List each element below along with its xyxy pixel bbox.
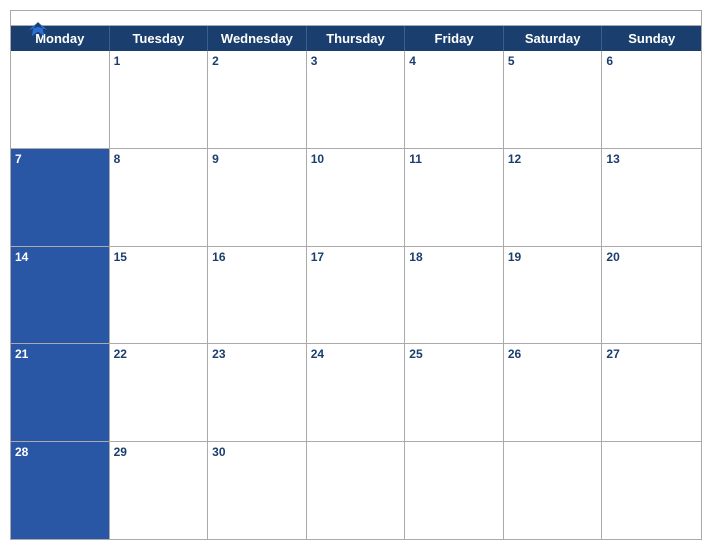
calendar: MondayTuesdayWednesdayThursdayFridaySatu… [10,10,702,540]
week-row-5: 28 29 30 [11,442,701,539]
day-number: 6 [606,54,613,68]
day-number: 12 [508,152,521,166]
calendar-grid: MondayTuesdayWednesdayThursdayFridaySatu… [11,25,701,539]
day-cell-20: 20 [602,247,701,344]
day-number: 24 [311,347,324,361]
week-row-4: 21 22 23 24 25 26 27 [11,344,701,442]
day-cell-14: 14 [11,247,110,344]
day-number: 17 [311,250,324,264]
day-cell-24: 24 [307,344,406,441]
day-number: 27 [606,347,619,361]
day-cell-13: 13 [602,149,701,246]
day-cell-18: 18 [405,247,504,344]
day-number: 13 [606,152,619,166]
day-cell-4: 4 [405,51,504,148]
day-number: 21 [15,347,28,361]
day-number: 3 [311,54,318,68]
day-number: 19 [508,250,521,264]
day-number: 1 [114,54,121,68]
day-number: 25 [409,347,422,361]
day-cell-empty [504,442,603,539]
day-cell-8: 8 [110,149,209,246]
day-cell-15: 15 [110,247,209,344]
day-cell-23: 23 [208,344,307,441]
day-number: 23 [212,347,225,361]
day-number: 18 [409,250,422,264]
day-number: 9 [212,152,219,166]
day-cell-6: 6 [602,51,701,148]
day-number: 8 [114,152,121,166]
day-cell-16: 16 [208,247,307,344]
day-number: 14 [15,250,28,264]
day-number: 10 [311,152,324,166]
day-cell-3: 3 [307,51,406,148]
day-cell-29: 29 [110,442,209,539]
day-cell-27: 27 [602,344,701,441]
day-header-wednesday: Wednesday [208,26,307,51]
day-number: 29 [114,445,127,459]
day-cell-11: 11 [405,149,504,246]
day-number: 20 [606,250,619,264]
calendar-header [11,11,701,25]
day-cell-empty [405,442,504,539]
logo [27,19,53,41]
day-cell-9: 9 [208,149,307,246]
day-cell-17: 17 [307,247,406,344]
day-number: 5 [508,54,515,68]
logo-bird-icon [27,19,49,41]
day-cell-28: 28 [11,442,110,539]
day-cell-5: 5 [504,51,603,148]
day-number: 26 [508,347,521,361]
day-cell-7: 7 [11,149,110,246]
day-header-friday: Friday [405,26,504,51]
day-cell-25: 25 [405,344,504,441]
day-cell-1: 1 [110,51,209,148]
day-cell-21: 21 [11,344,110,441]
day-header-tuesday: Tuesday [110,26,209,51]
weeks-container: 1234567891011121314151617181920212223242… [11,51,701,539]
day-cell-19: 19 [504,247,603,344]
day-number: 4 [409,54,416,68]
day-number: 7 [15,152,22,166]
day-number: 22 [114,347,127,361]
day-header-monday: Monday [11,26,110,51]
day-header-thursday: Thursday [307,26,406,51]
day-header-saturday: Saturday [504,26,603,51]
day-cell-empty [307,442,406,539]
day-number: 15 [114,250,127,264]
day-number: 11 [409,152,422,166]
day-number: 2 [212,54,219,68]
week-row-2: 7 8 9 10 11 12 13 [11,149,701,247]
week-row-1: 1 2 3 4 5 6 [11,51,701,149]
day-cell-2: 2 [208,51,307,148]
week-row-3: 14 15 16 17 18 19 20 [11,247,701,345]
day-cell-26: 26 [504,344,603,441]
day-headers: MondayTuesdayWednesdayThursdayFridaySatu… [11,26,701,51]
day-cell-empty [602,442,701,539]
day-cell-22: 22 [110,344,209,441]
day-cell-30: 30 [208,442,307,539]
day-number: 30 [212,445,225,459]
day-number: 16 [212,250,225,264]
day-number: 28 [15,445,28,459]
day-cell-12: 12 [504,149,603,246]
day-header-sunday: Sunday [602,26,701,51]
day-cell-empty [11,51,110,148]
day-cell-10: 10 [307,149,406,246]
